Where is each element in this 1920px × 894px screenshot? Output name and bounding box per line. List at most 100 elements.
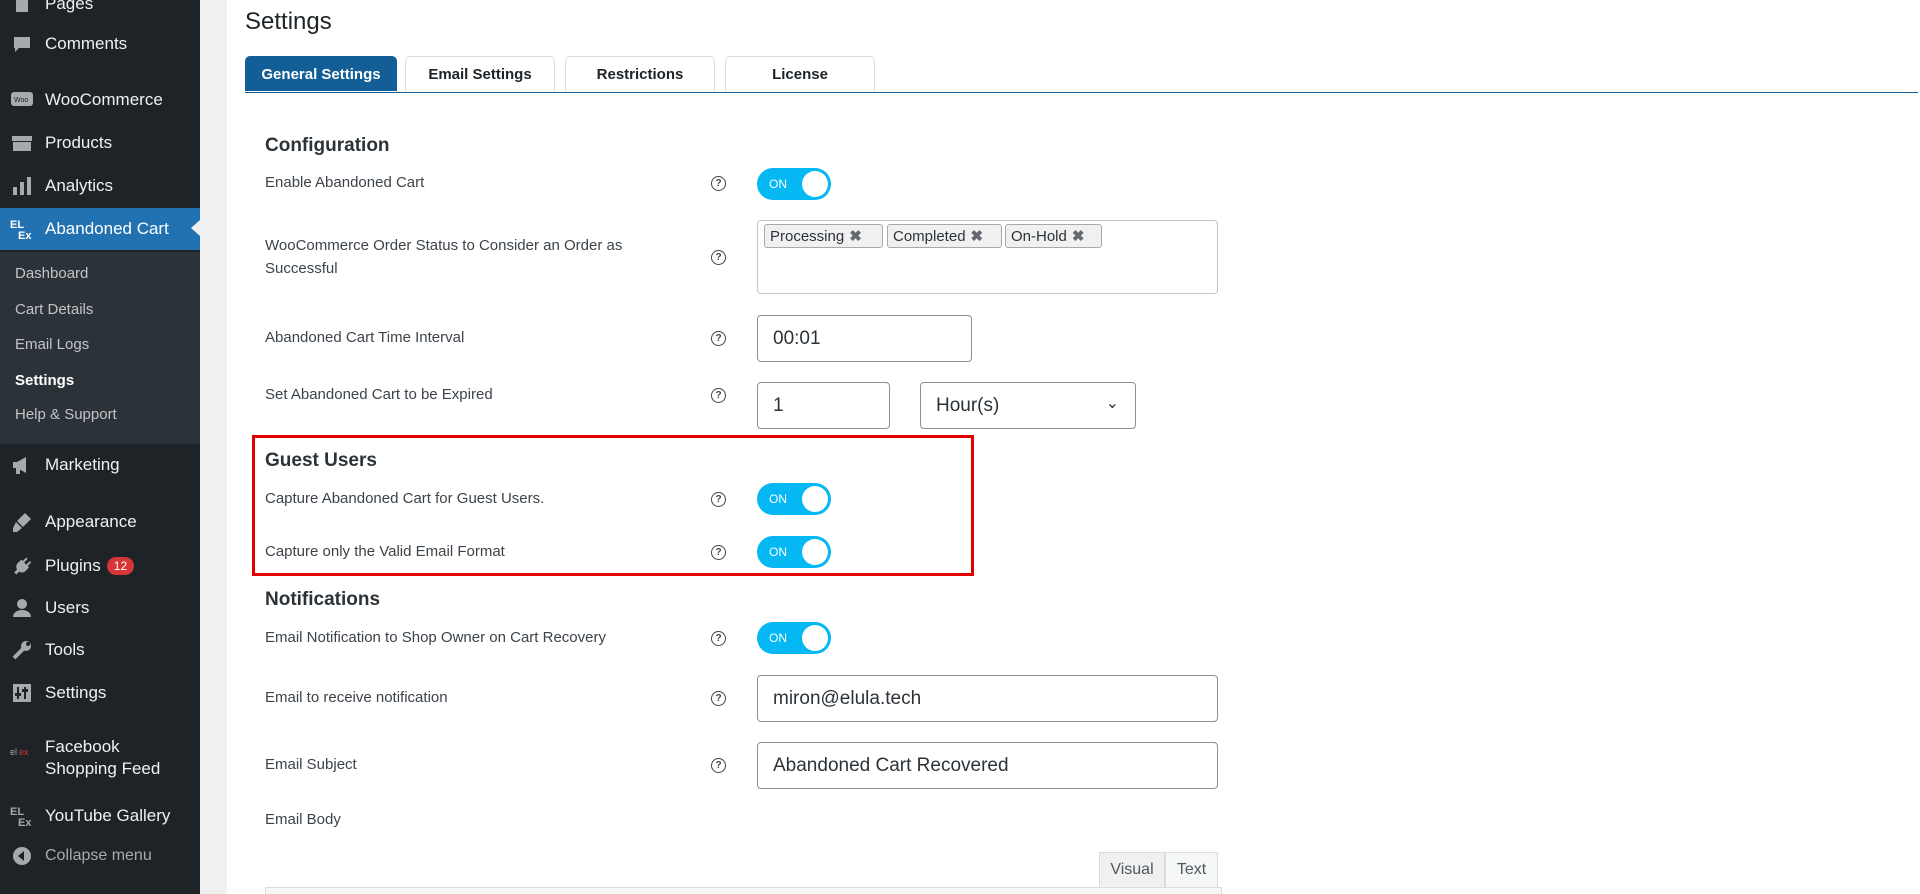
sidebar-item-label: Pages	[45, 0, 94, 13]
sidebar-item-comments[interactable]: Comments	[0, 24, 200, 64]
time-interval-input[interactable]: 00:01	[757, 315, 972, 362]
sidebar-item-plugins[interactable]: Plugins 12	[0, 546, 200, 586]
enable-abandoned-cart-toggle[interactable]: ON	[757, 168, 831, 200]
help-icon[interactable]: ?	[711, 250, 726, 265]
remove-tag-icon[interactable]: ✖	[849, 227, 862, 245]
facebook-feed-icon: el ex	[10, 740, 34, 764]
toggle-knob	[802, 625, 828, 651]
notification-email-input[interactable]: miron@elula.tech	[757, 675, 1218, 722]
toggle-state: ON	[769, 631, 787, 645]
help-icon[interactable]: ?	[711, 331, 726, 346]
collapse-menu-button[interactable]: Collapse menu	[0, 836, 200, 876]
section-guest-users: Guest Users	[265, 450, 377, 471]
sidebar-item-pages[interactable]: Pages	[0, 0, 200, 24]
submenu-help-support[interactable]: Help & Support	[15, 406, 117, 423]
pages-icon	[10, 0, 34, 16]
notification-email-label: Email to receive notification	[265, 689, 448, 706]
analytics-icon	[10, 174, 34, 198]
capture-guest-label: Capture Abandoned Cart for Guest Users.	[265, 490, 545, 507]
section-configuration: Configuration	[265, 135, 390, 156]
valid-email-toggle[interactable]: ON	[757, 536, 831, 568]
elex-icon: EL Ex	[10, 804, 34, 828]
marketing-icon	[10, 453, 34, 477]
editor-tab-text[interactable]: Text	[1165, 852, 1218, 888]
sidebar-item-appearance[interactable]: Appearance	[0, 502, 200, 542]
svg-text:el: el	[10, 747, 17, 757]
help-icon[interactable]: ?	[711, 691, 726, 706]
tab-general-settings[interactable]: General Settings	[245, 56, 397, 91]
sidebar-item-label: Appearance	[45, 512, 137, 531]
sidebar-item-woocommerce[interactable]: Woo WooCommerce	[0, 80, 200, 120]
email-body-label: Email Body	[265, 811, 341, 828]
help-icon[interactable]: ?	[711, 631, 726, 646]
help-icon[interactable]: ?	[711, 388, 726, 403]
sidebar-item-label: Settings	[45, 683, 107, 702]
submenu-cart-details[interactable]: Cart Details	[15, 301, 93, 318]
sidebar-item-marketing[interactable]: Marketing	[0, 445, 200, 485]
help-icon[interactable]: ?	[711, 492, 726, 507]
comments-icon	[10, 32, 34, 56]
help-icon[interactable]: ?	[711, 758, 726, 773]
tab-underline	[245, 92, 1918, 93]
shop-owner-notification-label: Email Notification to Shop Owner on Cart…	[265, 629, 606, 646]
sidebar-item-label: Analytics	[45, 176, 114, 195]
admin-sidebar: Pages Comments Woo WooCommerce Products …	[0, 0, 200, 894]
toggle-knob	[802, 539, 828, 565]
sidebar-item-facebook-shopping-feed[interactable]: el ex Facebook Shopping Feed	[0, 736, 200, 786]
elex-icon: EL Ex	[10, 217, 34, 241]
submenu-dashboard[interactable]: Dashboard	[15, 265, 88, 282]
toggle-state: ON	[769, 545, 787, 559]
chevron-down-icon: ⌄	[1105, 395, 1119, 412]
tab-restrictions[interactable]: Restrictions	[565, 56, 715, 91]
settings-icon	[10, 681, 34, 705]
remove-tag-icon[interactable]: ✖	[1072, 227, 1085, 245]
tab-email-settings[interactable]: Email Settings	[405, 56, 555, 91]
submenu-email-logs[interactable]: Email Logs	[15, 336, 89, 353]
sidebar-item-youtube-gallery[interactable]: EL Ex YouTube Gallery	[0, 796, 200, 836]
sidebar-item-label: Users	[45, 598, 90, 617]
help-icon[interactable]: ?	[711, 545, 726, 560]
plugins-update-badge: 12	[106, 557, 135, 575]
editor-tab-visual[interactable]: Visual	[1099, 852, 1165, 888]
sidebar-item-settings[interactable]: Settings	[0, 673, 200, 713]
svg-text:Ex: Ex	[18, 230, 32, 241]
svg-text:Woo: Woo	[14, 97, 28, 104]
sidebar-item-label: Products	[45, 133, 113, 152]
sidebar-item-analytics[interactable]: Analytics	[0, 166, 200, 206]
sidebar-item-label: Marketing	[45, 455, 120, 474]
sidebar-item-users[interactable]: Users	[0, 588, 200, 628]
expire-unit-select[interactable]: Hour(s) ⌄	[920, 382, 1136, 429]
sidebar-item-products[interactable]: Products	[0, 123, 200, 163]
submenu-settings[interactable]: Settings	[15, 372, 74, 389]
sidebar-item-label: Abandoned Cart	[45, 219, 169, 238]
toggle-state: ON	[769, 177, 787, 191]
sidebar-item-label: YouTube Gallery	[45, 806, 171, 825]
help-icon[interactable]: ?	[711, 176, 726, 191]
email-subject-input[interactable]: Abandoned Cart Recovered	[757, 742, 1218, 789]
sidebar-item-label: Collapse menu	[45, 847, 152, 864]
sidebar-item-label: WooCommerce	[45, 90, 163, 109]
remove-tag-icon[interactable]: ✖	[971, 227, 984, 245]
appearance-icon	[10, 510, 34, 534]
section-notifications: Notifications	[265, 589, 381, 610]
email-body-editor[interactable]	[265, 887, 1222, 894]
tab-license[interactable]: License	[725, 56, 875, 91]
sidebar-item-label: Facebook Shopping Feed	[45, 737, 161, 778]
products-icon	[10, 131, 34, 155]
sidebar-item-label: Plugins	[45, 556, 101, 575]
sidebar-item-abandoned-cart[interactable]: EL Ex Abandoned Cart	[0, 208, 200, 250]
order-status-tag: Completed ✖	[887, 224, 1002, 248]
valid-email-label: Capture only the Valid Email Format	[265, 543, 505, 560]
toggle-state: ON	[769, 492, 787, 506]
sidebar-item-tools[interactable]: Tools	[0, 630, 200, 670]
order-status-label: WooCommerce Order Status to Consider an …	[265, 237, 623, 277]
settings-content: Settings General Settings Email Settings…	[227, 0, 1920, 894]
expire-value-input[interactable]: 1	[757, 382, 890, 429]
enable-abandoned-cart-label: Enable Abandoned Cart	[265, 174, 425, 191]
woocommerce-icon: Woo	[10, 88, 34, 112]
sidebar-item-label: Comments	[45, 34, 128, 53]
capture-guest-toggle[interactable]: ON	[757, 483, 831, 515]
tools-icon	[10, 638, 34, 662]
shop-owner-notification-toggle[interactable]: ON	[757, 622, 831, 654]
order-status-tag: Processing ✖	[764, 224, 883, 248]
